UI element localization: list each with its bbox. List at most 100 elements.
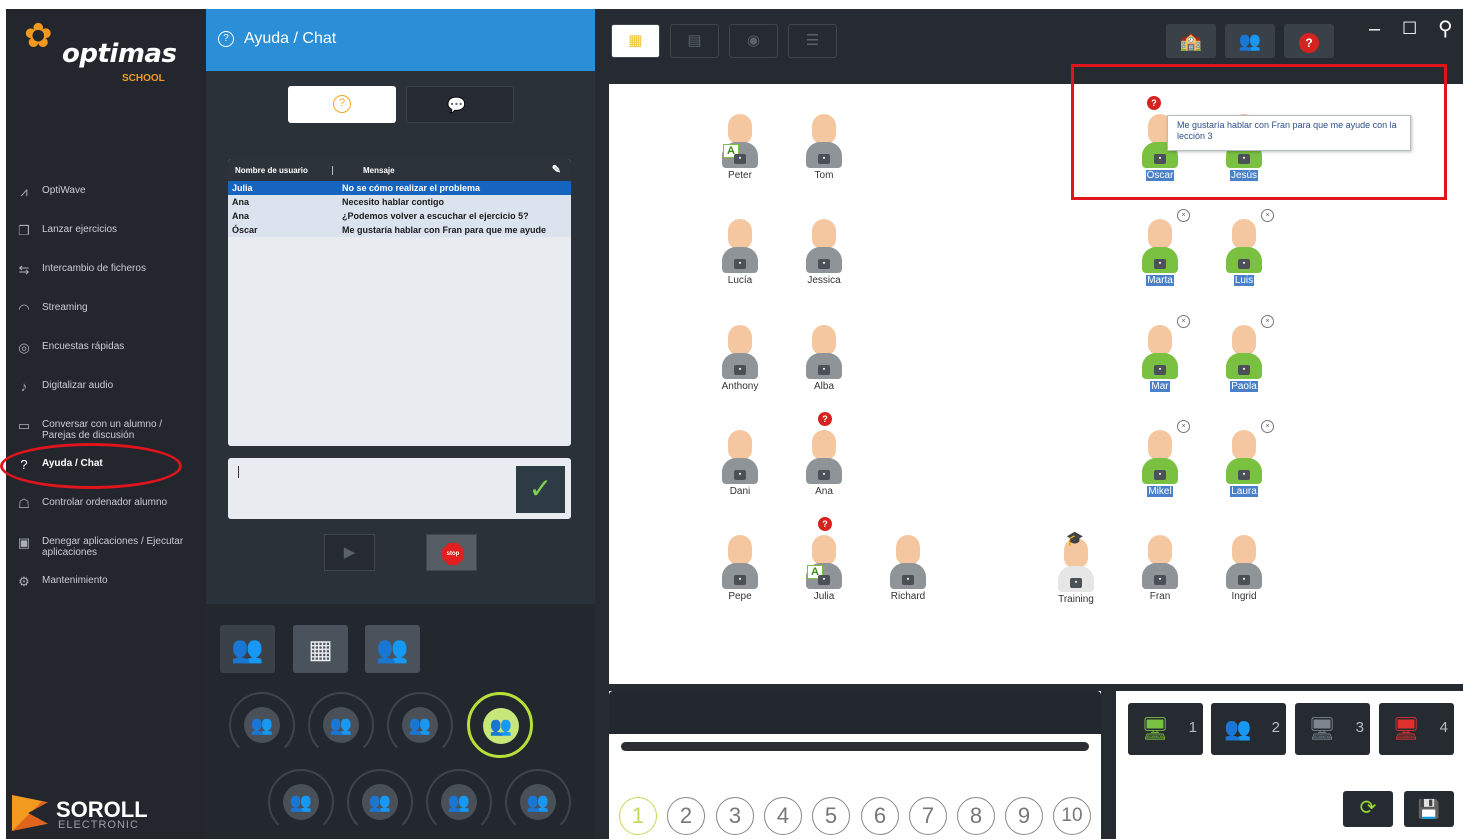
save-button[interactable]: 💾 <box>1404 791 1454 827</box>
student-fran[interactable]: ▪ Fran <box>1125 525 1195 621</box>
page-button-2[interactable]: 2 <box>667 797 705 835</box>
students-lock-button[interactable]: 👥 <box>1225 24 1275 58</box>
grid-mode-button[interactable]: ▦ <box>293 625 348 673</box>
student-ana[interactable]: ? ▪ Ana <box>789 412 859 516</box>
view-grid-button[interactable]: ▦ <box>611 24 660 58</box>
page-button-6[interactable]: 6 <box>861 797 899 835</box>
people-icon: 👥 <box>441 784 477 820</box>
sidebar-item-encuestas[interactable]: ◎ Encuestas rápidas <box>6 341 206 371</box>
table-header: Nombre de usuario Mensaje ✎ <box>228 159 571 181</box>
student-pepe[interactable]: ▪ Pepe <box>705 525 775 621</box>
student-paola[interactable]: × ▪ Paola <box>1209 315 1279 411</box>
column-header-message[interactable]: Mensaje <box>341 166 395 175</box>
sidebar-item-mantenimiento[interactable]: ⚙ Mantenimiento <box>6 575 206 605</box>
page-button-9[interactable]: 9 <box>1005 797 1043 835</box>
page-button-8[interactable]: 8 <box>957 797 995 835</box>
playback-progress-bar[interactable] <box>621 742 1089 751</box>
student-jessica[interactable]: ▪ Jessica <box>789 209 859 305</box>
student-alba[interactable]: ▪ Alba <box>789 315 859 411</box>
student-head <box>812 325 836 355</box>
minimize-button[interactable]: – <box>1369 19 1380 39</box>
student-laura[interactable]: × ▪ Laura <box>1209 420 1279 516</box>
group-select-button[interactable]: 👥 <box>365 625 420 673</box>
group-tile-1[interactable]: 🖥 1 <box>1128 703 1203 755</box>
table-row[interactable]: Ana ¿Podemos volver a escuchar el ejerci… <box>228 209 571 223</box>
student-marta[interactable]: × ▪ Marta <box>1125 209 1195 305</box>
group-ring-6[interactable]: 👥 <box>347 769 413 835</box>
student-name: Peter <box>728 170 752 181</box>
view-list-button[interactable]: ☰ <box>788 24 837 58</box>
page-button-5[interactable]: 5 <box>812 797 850 835</box>
student-mar[interactable]: × ▪ Mar <box>1125 315 1195 411</box>
group-number: 4 <box>1439 719 1448 736</box>
teacher-training[interactable]: 🎓 ▪ Training <box>1041 528 1111 624</box>
group-tile-2[interactable]: 👥 2 <box>1211 703 1286 755</box>
student-head <box>1148 219 1172 249</box>
group-tile-3[interactable]: 🖥 3 <box>1295 703 1370 755</box>
send-button[interactable]: ✓ <box>516 466 565 513</box>
help-button[interactable]: ? <box>1284 24 1334 58</box>
student-name-text: Marta <box>1146 275 1174 286</box>
classroom-lock-icon: 🏫 <box>1179 31 1203 51</box>
sidebar-item-denegar-aplicaciones[interactable]: ▣ Denegar aplicaciones / Ejecutar aplica… <box>6 536 206 566</box>
view-webcam-button[interactable]: ◉ <box>729 24 778 58</box>
table-row[interactable]: Ana Necesito hablar contigo <box>228 195 571 209</box>
student-richard[interactable]: ▪ Richard <box>873 525 943 621</box>
sidebar-item-optiwave[interactable]: ⩘ OptiWave <box>6 185 206 215</box>
play-button[interactable]: ▶ <box>324 534 375 571</box>
chat-message-input[interactable]: ✓ <box>228 458 571 519</box>
stop-button[interactable]: stop <box>426 534 477 571</box>
refresh-button[interactable]: ⟳ <box>1343 791 1393 827</box>
student-peter[interactable]: A ▪ Peter <box>705 104 775 200</box>
page-button-10[interactable]: 10 <box>1053 797 1091 835</box>
edit-icon[interactable]: ✎ <box>552 163 561 176</box>
group-number: 2 <box>1271 719 1280 736</box>
student-name: Dani <box>729 486 751 497</box>
group-mode-button[interactable]: 👥 <box>220 625 275 673</box>
chat-icon: 💬 <box>447 97 466 114</box>
chat-mode-toggle[interactable]: 💬 <box>406 86 514 123</box>
student-lucia[interactable]: ▪ Lucía <box>705 209 775 305</box>
sidebar-item-controlar-ordenador[interactable]: ☖ Controlar ordenador alumno <box>6 497 206 527</box>
teacher-computer-icon: 🖥 <box>1141 716 1169 741</box>
view-thumbnails-button[interactable]: ▤ <box>670 24 719 58</box>
help-request-icon[interactable]: ? <box>818 517 832 531</box>
student-name: Luis <box>1209 275 1279 286</box>
column-header-user[interactable]: Nombre de usuario <box>228 165 333 175</box>
page-button-7[interactable]: 7 <box>909 797 947 835</box>
student-anthony[interactable]: ▪ Anthony <box>705 315 775 411</box>
sidebar-item-intercambio-ficheros[interactable]: ⇆ Intercambio de ficheros <box>6 263 206 293</box>
table-row[interactable]: Julia No se cómo realizar el problema <box>228 181 571 195</box>
student-name: Paola <box>1209 381 1279 392</box>
student-mikel[interactable]: × ▪ Mikel <box>1125 420 1195 516</box>
group-ring-4[interactable]: 👥 <box>467 692 533 758</box>
student-dani[interactable]: ▪ Dani <box>705 420 775 516</box>
group-ring-2[interactable]: 👥 <box>308 692 374 758</box>
student-name-text: Mar <box>1150 381 1170 392</box>
classroom-lock-button[interactable]: 🏫 <box>1166 24 1216 58</box>
wave-icon: ⩘ <box>20 184 28 199</box>
student-luis[interactable]: × ▪ Luis <box>1209 209 1279 305</box>
page-button-1[interactable]: 1 <box>619 797 657 835</box>
group-ring-8[interactable]: 👥 <box>505 769 571 835</box>
table-row[interactable]: Óscar Me gustaría hablar con Fran para q… <box>228 223 571 237</box>
page-button-4[interactable]: 4 <box>764 797 802 835</box>
help-request-icon[interactable]: ? <box>818 412 832 426</box>
page-button-3[interactable]: 3 <box>716 797 754 835</box>
sidebar-item-streaming[interactable]: ◠ Streaming <box>6 302 206 332</box>
sidebar-item-digitalizar-audio[interactable]: ♪ Digitalizar audio <box>6 380 206 410</box>
annotation-box <box>1071 64 1447 200</box>
maximize-button[interactable]: ☐ <box>1402 19 1417 39</box>
help-mode-toggle[interactable]: ? <box>288 86 396 123</box>
group-ring-1[interactable]: 👥 <box>229 692 295 758</box>
student-tom[interactable]: ▪ Tom <box>789 104 859 200</box>
group-tile-4[interactable]: 🖥 4 <box>1379 703 1454 755</box>
pin-button[interactable]: ⚲ <box>1438 19 1453 39</box>
student-julia[interactable]: ? A ▪ Julia <box>789 517 859 621</box>
group-ring-3[interactable]: 👥 <box>387 692 453 758</box>
group-ring-7[interactable]: 👥 <box>426 769 492 835</box>
row-message: ¿Podemos volver a escuchar el ejercicio … <box>342 211 529 221</box>
group-ring-5[interactable]: 👥 <box>268 769 334 835</box>
sidebar-item-lanzar-ejercicios[interactable]: ❐ Lanzar ejercicios <box>6 224 206 254</box>
student-ingrid[interactable]: ▪ Ingrid <box>1209 525 1279 621</box>
